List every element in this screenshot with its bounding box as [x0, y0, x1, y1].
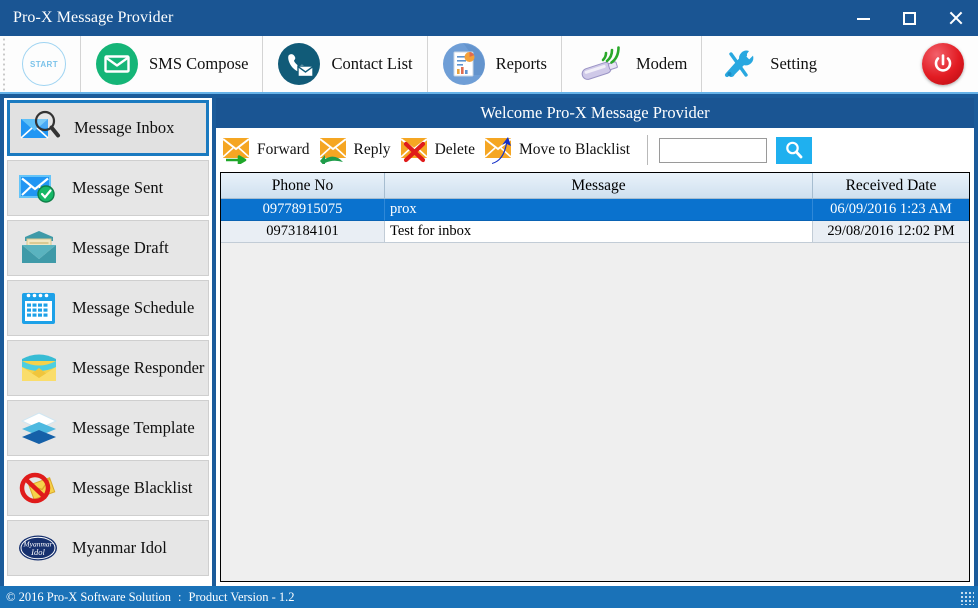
toolbar-item-sms-compose[interactable]: SMS Compose: [81, 36, 264, 92]
toolbar-label: Setting: [770, 54, 818, 73]
cell-phone: 09778915075: [221, 199, 385, 221]
toolbar-item-setting[interactable]: Setting: [702, 36, 831, 92]
sidebar-item-message-schedule[interactable]: Message Schedule: [7, 280, 209, 336]
sidebar-item-message-sent[interactable]: Message Sent: [7, 160, 209, 216]
report-chart-icon: [442, 43, 485, 85]
search-input[interactable]: [659, 137, 768, 163]
phone-envelope-icon: [278, 43, 321, 85]
sidebar: Message Inbox Message Sent Message Draft…: [4, 98, 212, 586]
search-area: [647, 135, 813, 165]
toolbar-label: SMS Compose: [149, 54, 249, 73]
grid-empty-area: [221, 243, 969, 581]
sidebar-item-label: Message Draft: [72, 238, 169, 257]
toolbar-label: Contact List: [331, 54, 413, 73]
reply-button[interactable]: Reply: [317, 136, 398, 164]
action-label: Forward: [257, 141, 310, 158]
status-bar: © 2016 Pro-X Software Solution : Product…: [0, 586, 978, 608]
toolbar-grip[interactable]: [0, 36, 8, 92]
maximize-button[interactable]: [886, 0, 932, 36]
sidebar-item-message-draft[interactable]: Message Draft: [7, 220, 209, 276]
delete-button[interactable]: Delete: [398, 136, 482, 164]
action-label: Reply: [353, 141, 391, 158]
toolbar-item-reports[interactable]: Reports: [428, 36, 562, 92]
envelope-green-icon: [96, 43, 138, 85]
cell-received-date: 29/08/2016 12:02 PM: [813, 221, 969, 243]
welcome-header: Welcome Pro-X Message Provider: [216, 98, 974, 128]
cell-message: prox: [385, 199, 813, 221]
sidebar-item-label: Message Blacklist: [72, 478, 193, 497]
reply-arrow-envelope-icon: [318, 138, 347, 164]
application-window: Pro-X Message Provider START SMS Compose…: [0, 0, 978, 608]
power-button[interactable]: [922, 43, 964, 85]
start-label: START: [29, 59, 59, 69]
envelope-magnifier-icon: [20, 110, 60, 139]
action-label: Move to Blacklist: [519, 141, 631, 158]
table-row[interactable]: 09778915075 prox 06/09/2016 1:23 AM: [221, 199, 969, 221]
resize-grip[interactable]: [960, 591, 974, 605]
sidebar-item-label: Myanmar Idol: [72, 538, 167, 557]
calendar-icon: [22, 292, 55, 324]
search-button[interactable]: [776, 136, 813, 164]
forward-arrow-envelope-icon: [222, 138, 250, 164]
move-blacklist-envelope-icon: [484, 137, 512, 164]
window-controls: [840, 0, 978, 36]
column-header-message[interactable]: Message: [385, 173, 813, 199]
forward-button[interactable]: Forward: [220, 136, 317, 164]
sidebar-item-message-blacklist[interactable]: Message Blacklist: [7, 460, 209, 516]
minimize-icon: [856, 17, 870, 20]
action-label: Delete: [434, 141, 476, 158]
envelope-check-icon: [19, 175, 55, 203]
sidebar-item-message-inbox[interactable]: Message Inbox: [7, 100, 209, 156]
sidebar-item-label: Message Template: [72, 418, 195, 437]
toolbar-label: Modem: [635, 54, 688, 73]
envelope-yellow-icon: [22, 354, 56, 381]
cell-received-date: 06/09/2016 1:23 AM: [813, 199, 969, 221]
close-button[interactable]: [932, 0, 978, 36]
title-bar: Pro-X Message Provider: [0, 0, 978, 36]
sidebar-item-label: Message Inbox: [74, 118, 175, 137]
delete-x-envelope-icon: [399, 138, 428, 163]
window-title: Pro-X Message Provider: [13, 9, 174, 26]
column-header-phone[interactable]: Phone No: [221, 173, 385, 199]
action-toolbar: Forward Reply Delete Move to Blacklist: [216, 128, 974, 172]
message-grid: Phone No Message Received Date 097789150…: [220, 172, 970, 582]
myanmar-idol-logo-icon: Myanmar Idol: [19, 535, 57, 561]
status-copyright: © 2016 Pro-X Software Solution: [6, 589, 172, 604]
layers-icon: [20, 412, 58, 444]
grid-header-row: Phone No Message Received Date: [221, 173, 969, 199]
sidebar-item-label: Message Sent: [72, 178, 164, 197]
usb-modem-icon: [581, 46, 620, 80]
column-header-received-date[interactable]: Received Date: [813, 173, 969, 199]
sidebar-item-message-responder[interactable]: Message Responder: [7, 340, 209, 396]
toolbar-item-contact-list[interactable]: Contact List: [263, 36, 428, 92]
status-version: Product Version - 1.2: [188, 589, 295, 604]
toolbar-label: Reports: [495, 54, 547, 73]
maximize-icon: [902, 11, 916, 25]
toolbar-item-modem[interactable]: Modem: [562, 36, 703, 92]
close-icon: [948, 11, 963, 26]
cell-message: Test for inbox: [385, 221, 813, 243]
sidebar-item-message-template[interactable]: Message Template: [7, 400, 209, 456]
sidebar-item-label: Message Responder: [72, 358, 205, 377]
svg-text:Idol: Idol: [30, 547, 45, 557]
table-row[interactable]: 0973184101 Test for inbox 29/08/2016 12:…: [221, 221, 969, 243]
start-button[interactable]: START: [8, 36, 81, 92]
sidebar-item-label: Message Schedule: [72, 298, 195, 317]
move-to-blacklist-button[interactable]: Move to Blacklist: [482, 136, 637, 164]
sidebar-item-myanmar-idol[interactable]: Myanmar Idol Myanmar Idol: [7, 520, 209, 576]
cell-phone: 0973184101: [221, 221, 385, 243]
minimize-button[interactable]: [840, 0, 886, 36]
power-icon: [934, 54, 952, 72]
no-entry-envelope-icon: [19, 472, 56, 504]
start-circle-icon: START: [22, 42, 66, 86]
search-icon: [786, 141, 803, 159]
content-area: Message Inbox Message Sent Message Draft…: [0, 94, 978, 586]
main-toolbar: START SMS Compose Contact List Reports M…: [0, 36, 978, 94]
main-panel: Welcome Pro-X Message Provider Forward R…: [216, 98, 974, 586]
envelope-draft-icon: [22, 231, 56, 263]
status-separator: :: [178, 589, 182, 604]
wrench-screwdriver-icon: [725, 50, 754, 78]
